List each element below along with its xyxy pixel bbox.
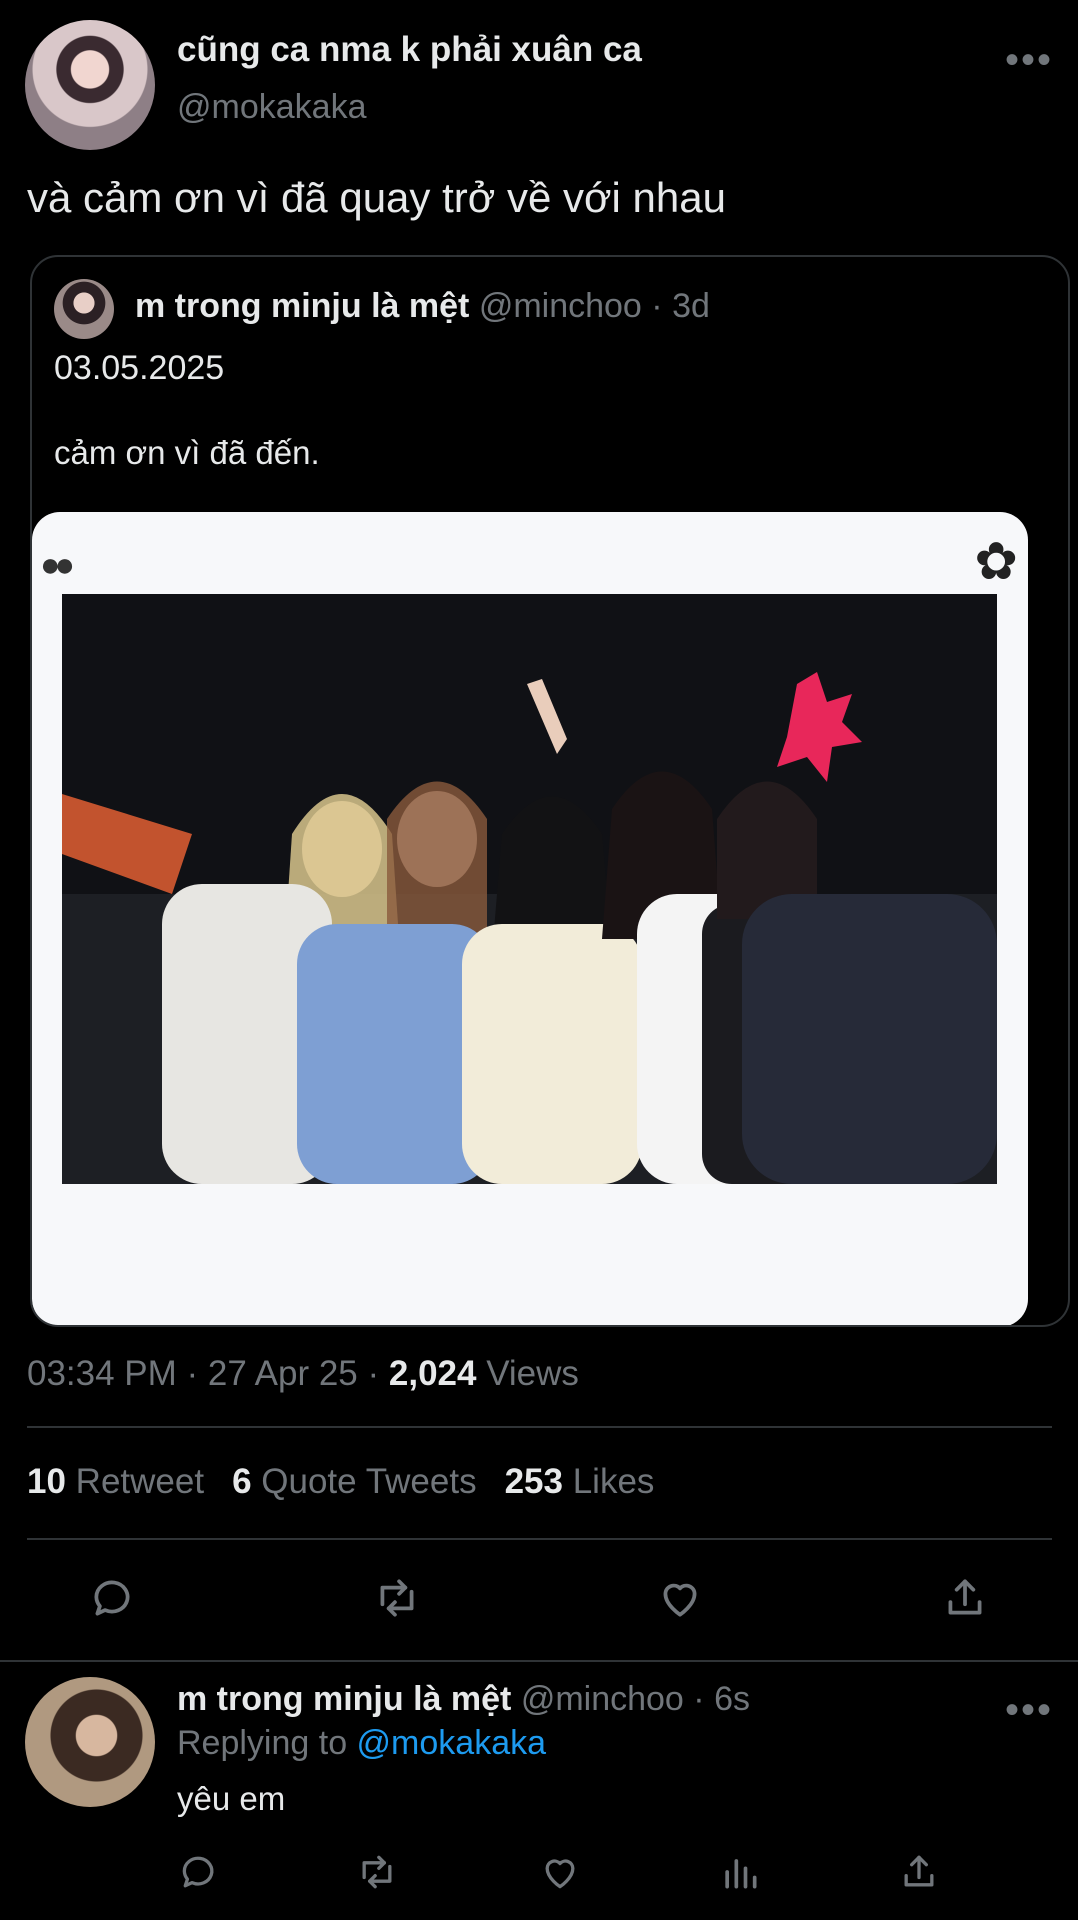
quoted-tweet-time: 3d [672, 287, 710, 325]
divider [27, 1426, 1052, 1428]
retweet-icon[interactable] [372, 1573, 422, 1623]
quoted-tweet-header: m trong minju là mệt @minchoo · 3d [135, 287, 710, 325]
reply-author-name[interactable]: m trong minju là mệt [177, 1680, 511, 1718]
quoted-tweet-photo[interactable]: ●● ✿ [32, 512, 1028, 1325]
quoted-tweet-card[interactable]: m trong minju là mệt @minchoo · 3d 03.05… [30, 255, 1070, 1327]
quoted-author-name[interactable]: m trong minju là mệt [135, 287, 469, 325]
reply-header: m trong minju là mệt @minchoo · 6s [177, 1680, 750, 1718]
tweet-meta: 03:34 PM · 27 Apr 25 · 2,024 Views [27, 1354, 579, 1394]
views-count: 2,024 [388, 1354, 477, 1393]
tweet-timestamp[interactable]: 03:34 PM · 27 Apr 25 · [27, 1354, 389, 1393]
like-icon[interactable] [655, 1573, 705, 1623]
quoted-tweet-line-1: 03.05.2025 [54, 349, 225, 387]
quoted-tweet-line-2: cảm ơn vì đã đến. [54, 434, 320, 471]
reply-icon[interactable] [88, 1573, 138, 1623]
group-photo [62, 594, 997, 1184]
author-display-name[interactable]: cũng ca nma k phải xuân ca [177, 30, 642, 70]
retweet-icon[interactable] [355, 1850, 399, 1894]
author-avatar[interactable] [25, 20, 155, 150]
retweets-stat[interactable]: 10 Retweet [27, 1462, 204, 1501]
quotes-count: 6 [232, 1462, 252, 1501]
tweet-stats: 10 Retweet 6 Quote Tweets 253 Likes [27, 1462, 654, 1502]
replying-to-prefix: Replying to [177, 1724, 357, 1762]
retweets-count: 10 [27, 1462, 66, 1501]
likes-count: 253 [504, 1462, 563, 1501]
likes-stat[interactable]: 253 Likes [505, 1462, 655, 1501]
reply-author-handle[interactable]: @minchoo [521, 1680, 684, 1718]
polaroid-dots-icon: ●● [40, 546, 75, 584]
reply-author-avatar[interactable] [25, 1677, 155, 1807]
views-label: Views [476, 1354, 579, 1393]
divider [0, 1660, 1078, 1662]
reply-text: yêu em [177, 1780, 286, 1817]
retweets-label: Retweet [65, 1462, 205, 1501]
quoted-author-avatar[interactable] [54, 279, 114, 339]
replying-to-line: Replying to @mokakaka [177, 1724, 546, 1763]
share-icon[interactable] [897, 1850, 941, 1894]
reply-time: 6s [714, 1680, 750, 1718]
reply-icon[interactable] [177, 1850, 221, 1894]
quotes-label: Quote Tweets [251, 1462, 477, 1501]
more-options-icon[interactable]: ••• [1005, 40, 1053, 80]
analytics-icon[interactable] [718, 1850, 762, 1894]
tweet-text: và cảm ơn vì đã quay trở về với nhau [27, 174, 726, 221]
share-icon[interactable] [940, 1573, 990, 1623]
author-handle[interactable]: @mokakaka [177, 88, 366, 127]
replying-to-handle[interactable]: @mokakaka [357, 1724, 546, 1762]
flower-sticker-icon: ✿ [974, 533, 1018, 591]
divider [27, 1538, 1052, 1540]
quoted-author-handle[interactable]: @minchoo [479, 287, 642, 325]
more-options-icon[interactable]: ••• [1005, 1690, 1053, 1730]
likes-label: Likes [562, 1462, 655, 1501]
like-icon[interactable] [538, 1850, 582, 1894]
quotes-stat[interactable]: 6 Quote Tweets [232, 1462, 477, 1501]
